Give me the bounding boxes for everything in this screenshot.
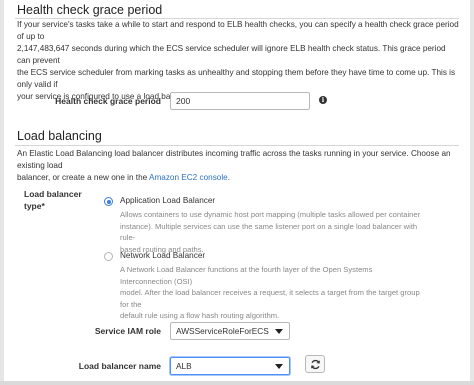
- window-frame-bottom: [0, 381, 474, 385]
- amazon-ec2-console-link[interactable]: Amazon EC2 console: [149, 173, 228, 182]
- load-balancer-name-label: Load balancer name: [78, 361, 161, 371]
- load-balancing-section-title: Load balancing: [17, 129, 102, 143]
- load-balancing-description: An Elastic Load Balancing load balancer …: [17, 148, 461, 184]
- description-line: If your service's tasks take a while to …: [17, 20, 459, 41]
- description-line: A Network Load Balancer functions at the…: [120, 265, 373, 286]
- health-check-description: If your service's tasks take a while to …: [17, 19, 461, 103]
- application-load-balancer-description: Allows containers to use dynamic host po…: [120, 209, 425, 255]
- refresh-icon: [311, 359, 320, 370]
- description-line: 2,147,483,647 seconds during which the E…: [17, 44, 446, 65]
- description-text: balancer, or create a new one in the: [17, 173, 149, 182]
- description-text: .: [227, 173, 231, 182]
- description-line: An Elastic Load Balancing load balancer …: [17, 149, 451, 170]
- health-check-section-title: Health check grace period: [17, 3, 163, 17]
- label-line: type*: [24, 201, 45, 211]
- description-line: default rule using a flow hash routing a…: [120, 311, 280, 320]
- service-iam-role-label: Service IAM role: [94, 326, 161, 336]
- application-load-balancer-label[interactable]: Application Load Balancer: [120, 196, 215, 205]
- info-icon[interactable]: i: [319, 96, 327, 104]
- description-line: instance). Multiple services can use the…: [120, 221, 418, 243]
- section-divider: [15, 145, 459, 146]
- selected-value: ALB: [176, 361, 192, 371]
- description-line: Allows containers to use dynamic host po…: [120, 210, 421, 219]
- network-load-balancer-label[interactable]: Network Load Balancer: [120, 251, 205, 260]
- network-load-balancer-radio[interactable]: [104, 252, 113, 261]
- window-frame-right: [470, 0, 474, 385]
- description-line: balancer, or create a new one in the Ama…: [17, 172, 461, 184]
- selected-value: AWSServiceRoleForECS: [176, 326, 269, 336]
- load-balancer-name-select[interactable]: ALB: [170, 357, 290, 375]
- application-load-balancer-radio[interactable]: [104, 197, 113, 206]
- chevron-down-icon: [275, 364, 283, 369]
- network-load-balancer-description: A Network Load Balancer functions at the…: [120, 264, 425, 322]
- refresh-button[interactable]: [305, 355, 325, 373]
- health-check-grace-period-label: Health check grace period: [55, 96, 161, 106]
- service-iam-role-select[interactable]: AWSServiceRoleForECS: [170, 322, 290, 340]
- window-frame-left: [0, 0, 4, 385]
- description-line: model. After the load balancer receives …: [120, 288, 420, 309]
- health-check-grace-period-input[interactable]: 200: [170, 92, 310, 110]
- load-balancer-type-label: Load balancer type*: [24, 188, 82, 212]
- chevron-down-icon: [275, 329, 283, 334]
- label-line: Load balancer: [24, 189, 82, 199]
- description-line: the ECS service scheduler from marking t…: [17, 68, 456, 89]
